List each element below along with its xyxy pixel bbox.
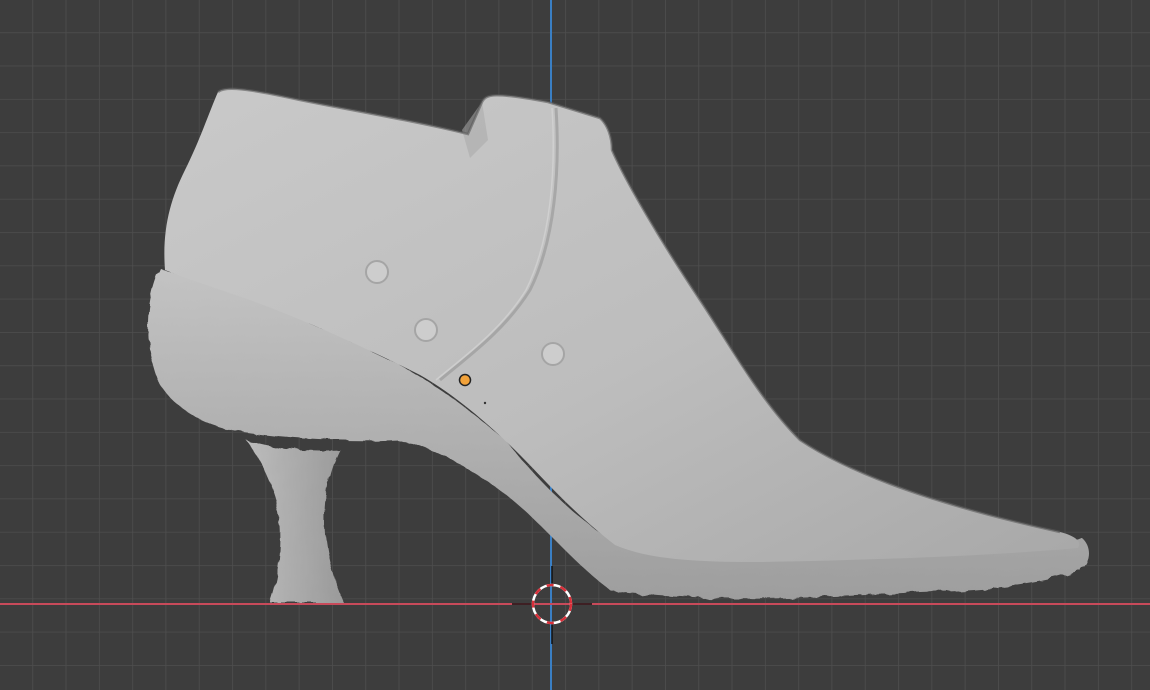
sculpt-bump — [414, 318, 438, 342]
3d-viewport[interactable] — [0, 0, 1150, 690]
sculpt-bump — [365, 260, 389, 284]
vertex-dot — [483, 401, 487, 405]
sculpt-bump — [541, 342, 565, 366]
viewport-canvas[interactable] — [0, 0, 1150, 690]
object-origin-icon[interactable] — [458, 373, 472, 387]
